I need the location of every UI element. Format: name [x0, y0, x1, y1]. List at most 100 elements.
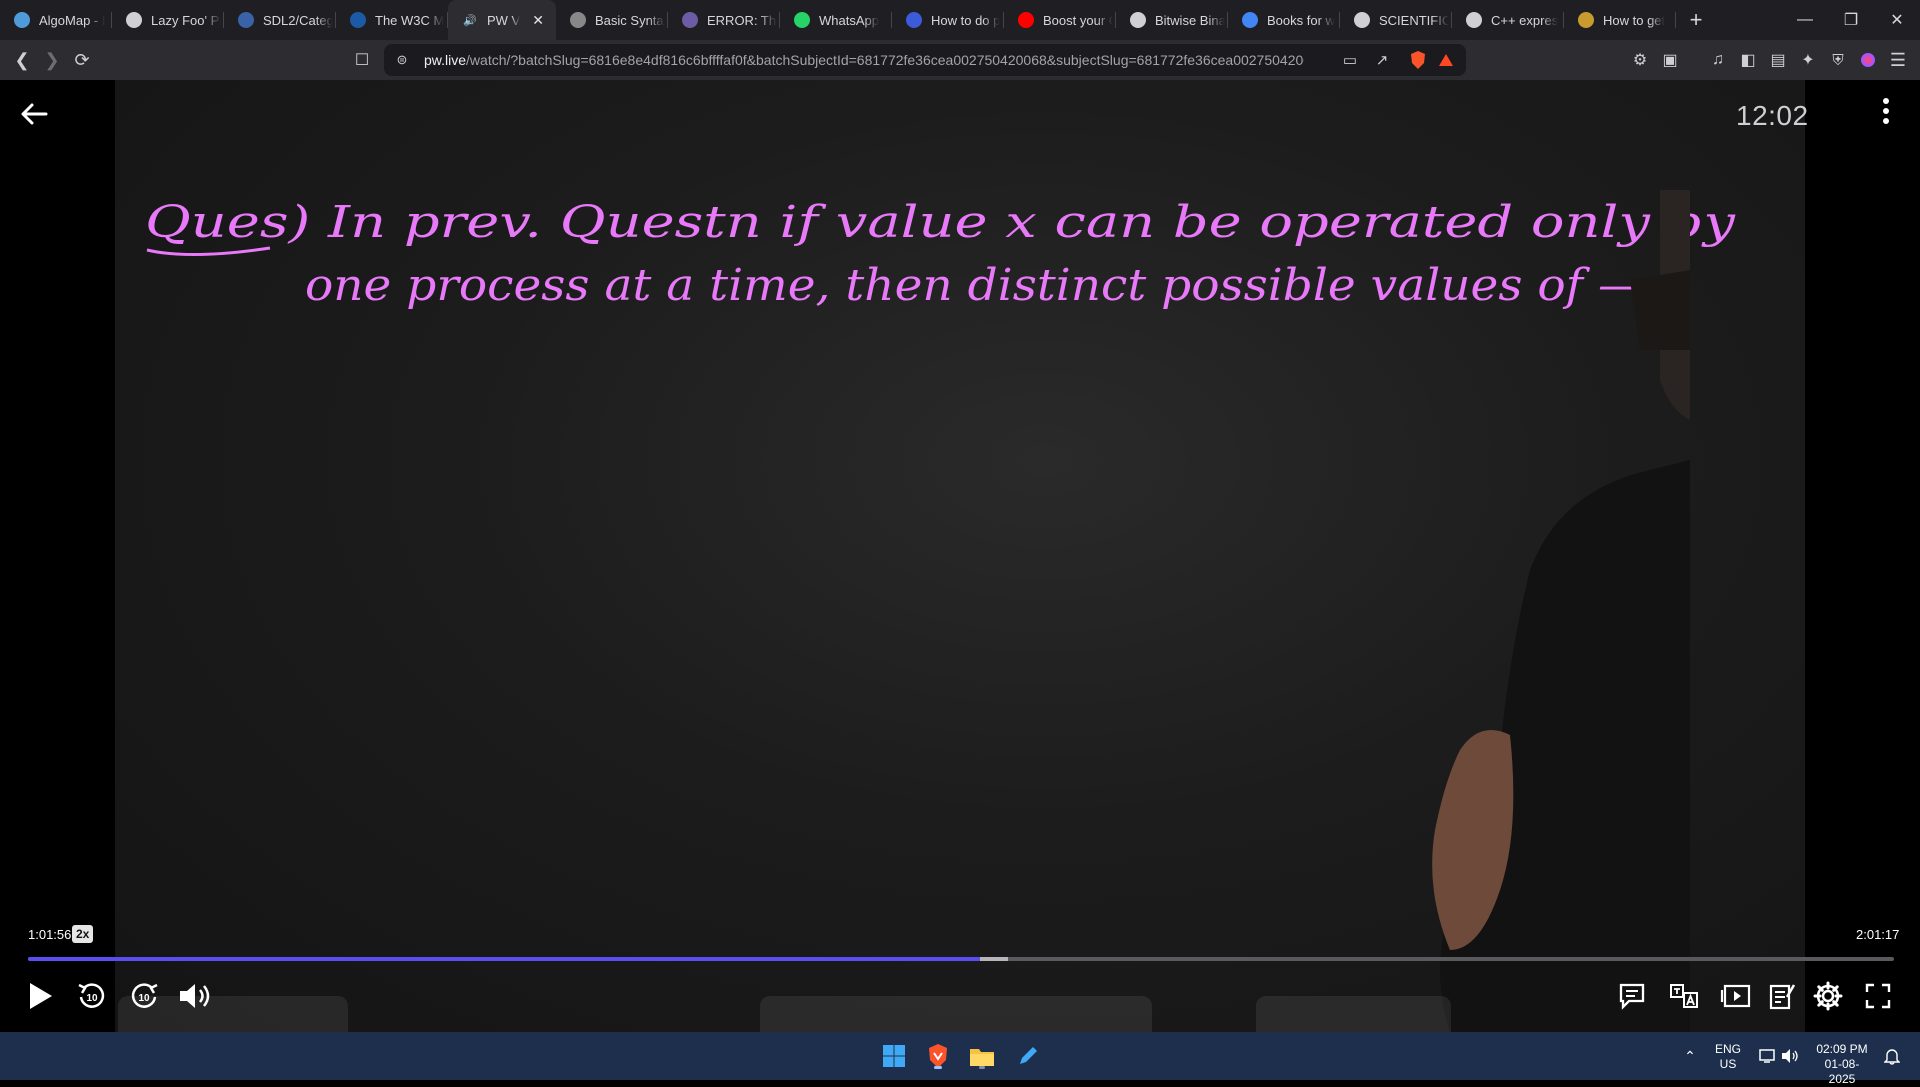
browser-tab-strip: AlgoMap - I Lazy Foo' Pr SDL2/Categ The W3C…: [0, 0, 1920, 40]
cast-icon[interactable]: ▭: [1336, 46, 1364, 74]
video-ghost-toolbar-center: [760, 996, 1152, 1036]
book-icon: [1578, 12, 1594, 28]
browser-tab[interactable]: C++ expres: [1452, 0, 1564, 40]
file-explorer-icon[interactable]: [966, 1040, 998, 1072]
minimize-button[interactable]: —: [1782, 0, 1828, 40]
tab-label: PW V: [487, 12, 521, 28]
share-icon[interactable]: ↗: [1368, 46, 1396, 74]
site-info-icon[interactable]: ⊜: [388, 46, 416, 74]
back-icon[interactable]: ❮: [8, 46, 36, 74]
notification-bell-icon[interactable]: [1876, 1040, 1908, 1072]
tab-label: How to get: [1603, 12, 1666, 28]
new-tab-button[interactable]: +: [1676, 0, 1716, 40]
browser-tab[interactable]: Boost your C: [1004, 0, 1116, 40]
browser-tab[interactable]: How to get: [1564, 0, 1676, 40]
volume-icon[interactable]: [176, 976, 216, 1016]
playback-speed-badge[interactable]: 2x: [72, 925, 94, 943]
tab-label: How to do p: [931, 12, 1001, 28]
rewind-10-button[interactable]: 10: [72, 976, 112, 1016]
fullscreen-icon[interactable]: [1858, 976, 1898, 1016]
forward-icon[interactable]: ❯: [38, 46, 66, 74]
translate-icon[interactable]: [1664, 976, 1704, 1016]
play-button[interactable]: [20, 976, 60, 1016]
url-text: pw.live/watch/?batchSlug=6816e8e4df816c6…: [424, 52, 1304, 68]
url-path: /watch/?batchSlug=6816e8e4df816c6bffffaf…: [466, 52, 1304, 68]
extensions-icon[interactable]: ⚙: [1626, 46, 1654, 74]
browser-tab[interactable]: Basic Syntax: [556, 0, 668, 40]
doc-icon: [570, 12, 586, 28]
menu-icon[interactable]: ☰: [1884, 46, 1912, 74]
volume-tray-icon[interactable]: [1774, 1040, 1806, 1072]
restore-button[interactable]: ❐: [1828, 0, 1874, 40]
teacher-figure: [1432, 190, 1690, 1032]
comments-icon[interactable]: [1612, 976, 1652, 1016]
tab-label: C++ expres: [1491, 12, 1559, 28]
playlist-icon[interactable]: [1716, 976, 1756, 1016]
media-icon[interactable]: ♫: [1704, 46, 1732, 74]
youtube-icon: [1018, 12, 1034, 28]
tab-label: Lazy Foo' Pr: [151, 12, 221, 28]
back-arrow-icon[interactable]: [16, 96, 52, 132]
brave-browser-taskbar-icon[interactable]: [922, 1040, 954, 1072]
tab-label: Boost your C: [1043, 12, 1113, 28]
url-host: pw.live: [424, 52, 467, 68]
buffered-range: [979, 957, 1008, 961]
browser-tab[interactable]: Bitwise Bina: [1116, 0, 1228, 40]
tab-label: AlgoMap - I: [39, 12, 106, 28]
input-language[interactable]: ENG US: [1712, 1042, 1744, 1072]
address-bar[interactable]: ⊜ pw.live/watch/?batchSlug=6816e8e4df816…: [384, 44, 1466, 76]
video-player[interactable]: Ques) In prev. Questn if value x can be …: [0, 80, 1920, 1036]
browser-tab[interactable]: Lazy Foo' Pr: [112, 0, 224, 40]
leo-ai-icon[interactable]: ✦: [1794, 46, 1822, 74]
tray-overflow-icon[interactable]: ⌃: [1674, 1040, 1706, 1072]
globe-icon: [1354, 12, 1370, 28]
sidebar-icon[interactable]: ◧: [1734, 46, 1762, 74]
google-icon: [1242, 12, 1258, 28]
notes-icon[interactable]: [1762, 976, 1802, 1016]
algomap-icon: [14, 12, 30, 28]
forward-10-button[interactable]: 10: [124, 976, 164, 1016]
browser-tab[interactable]: AlgoMap - I: [0, 0, 112, 40]
globe-icon: [126, 12, 142, 28]
tab-label: Basic Syntax: [595, 12, 665, 28]
more-options-icon[interactable]: [1876, 98, 1896, 132]
brave-shields-icon[interactable]: [1404, 46, 1432, 74]
lang-code: ENG: [1714, 1042, 1741, 1056]
wallet-icon[interactable]: ▤: [1764, 46, 1792, 74]
tab-label: SDL2/Categ: [263, 12, 333, 28]
seek-bar[interactable]: [28, 957, 1894, 961]
screenshot-icon[interactable]: ▣: [1656, 46, 1684, 74]
reload-icon[interactable]: ⟳: [68, 46, 96, 74]
region-code: US: [1719, 1057, 1737, 1071]
settings-gear-icon[interactable]: [1808, 976, 1848, 1016]
profile-icon[interactable]: [1854, 46, 1882, 74]
bookmark-page-icon[interactable]: ☐: [348, 46, 376, 74]
played-range: [28, 957, 980, 961]
stackoverflow-icon: [682, 12, 698, 28]
tab-label: SCIENTIFIC: [1379, 12, 1449, 28]
tab-label: ERROR: The: [707, 12, 777, 28]
explorer-running-indicator: [979, 1066, 985, 1069]
system-clock[interactable]: 02:09 PM 01-08-2025: [1812, 1042, 1872, 1087]
browser-tab[interactable]: How to do p: [892, 0, 1004, 40]
browser-tab[interactable]: SDL2/Categ: [224, 0, 336, 40]
total-duration: 2:01:17: [1856, 927, 1900, 942]
close-tab-icon[interactable]: ✕: [532, 12, 544, 29]
browser-tab[interactable]: 🔊 PW V ✕: [448, 0, 556, 40]
windows-start-icon[interactable]: [878, 1040, 910, 1072]
pen-app-icon[interactable]: [1012, 1040, 1044, 1072]
browser-tab[interactable]: Books for w: [1228, 0, 1340, 40]
browser-tab[interactable]: The W3C M: [336, 0, 448, 40]
openai-icon: [1466, 12, 1482, 28]
whatsapp-icon: [794, 12, 810, 28]
tray-time: 02:09 PM: [1816, 1042, 1868, 1056]
tab-label: Bitwise Bina: [1155, 12, 1225, 28]
vpn-icon[interactable]: ⛨: [1824, 46, 1852, 74]
lecture-video-frame: Ques) In prev. Questn if value x can be …: [115, 80, 1805, 1032]
close-window-button[interactable]: ✕: [1874, 0, 1920, 40]
browser-tab[interactable]: SCIENTIFIC: [1340, 0, 1452, 40]
browser-tab[interactable]: ERROR: The: [668, 0, 780, 40]
brave-rewards-icon[interactable]: [1432, 46, 1460, 74]
windows-taskbar: ⌃ ENG US 02:09 PM 01-08-2025: [0, 1032, 1920, 1086]
browser-tab[interactable]: WhatsApp: [780, 0, 892, 40]
